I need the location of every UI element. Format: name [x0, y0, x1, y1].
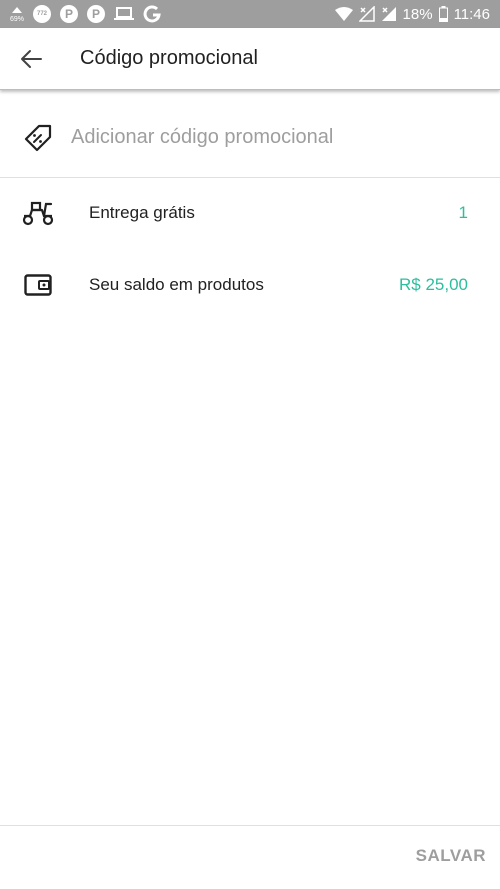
signal-icon — [381, 6, 397, 22]
discount-tag-icon — [24, 124, 52, 151]
product-balance-label: Seu saldo em produtos — [89, 275, 264, 294]
wifi-icon — [334, 7, 353, 21]
bottom-action-bar: SALVAR — [0, 825, 500, 889]
data-usage-text: 69% — [10, 15, 25, 23]
promo-code-placeholder: Adicionar código promocional — [71, 126, 334, 148]
app-bar: Código promocional — [0, 28, 500, 90]
battery-percent: 18% — [402, 5, 433, 23]
free-delivery-row: Entrega grátis 1 — [0, 178, 500, 248]
status-time: 11:46 — [453, 5, 490, 23]
notification-badge-text: 772 — [37, 11, 48, 17]
page-title: Código promocional — [80, 47, 258, 69]
laptop-icon — [114, 7, 135, 21]
wallet-icon — [22, 269, 54, 301]
data-usage-icon: 69% — [10, 6, 24, 23]
free-delivery-label: Entrega grátis — [89, 203, 195, 222]
save-button[interactable]: SALVAR — [416, 846, 486, 866]
p-app-icon-2: P — [87, 5, 106, 23]
g-app-icon — [143, 5, 161, 23]
signal-off-icon — [358, 6, 375, 22]
promo-code-field[interactable]: Adicionar código promocional — [0, 98, 500, 178]
scooter-icon — [22, 197, 54, 229]
p-app-icon: P — [60, 5, 79, 23]
status-bar: 69% 772 P P 18% 11:46 — [0, 0, 500, 28]
status-right-icons: 18% 11:46 — [334, 5, 490, 23]
arrow-left-icon — [21, 49, 42, 68]
back-button[interactable] — [0, 28, 62, 90]
notification-badge-icon: 772 — [33, 5, 52, 23]
free-delivery-count: 1 — [458, 203, 468, 222]
product-balance-value: R$ 25,00 — [399, 275, 468, 294]
product-balance-row: Seu saldo em produtos R$ 25,00 — [0, 250, 500, 320]
status-left-icons: 69% 772 P P — [10, 5, 161, 23]
battery-icon — [438, 6, 448, 22]
